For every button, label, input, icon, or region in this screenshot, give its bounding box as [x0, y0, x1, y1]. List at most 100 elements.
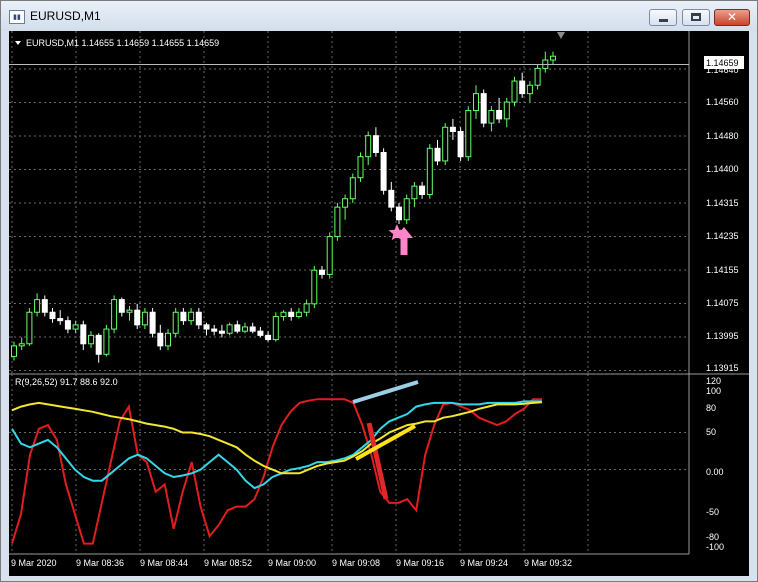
annotation-trendline-lightblue[interactable]	[352, 380, 419, 404]
candle-body	[41, 299, 48, 313]
candle-body	[457, 130, 464, 158]
candle-body	[211, 328, 218, 332]
candle-body	[311, 269, 318, 305]
candle-body	[226, 324, 233, 334]
chart-shift-marker-icon[interactable]	[557, 32, 565, 39]
candle-body	[72, 324, 79, 330]
time-label: 9 Mar 08:36	[76, 558, 124, 568]
candle-body	[526, 84, 533, 95]
price-label: 1.14235	[706, 231, 739, 241]
candle-body	[126, 309, 133, 313]
oscillator-scale-label: -80	[706, 532, 719, 542]
candle-body	[396, 206, 402, 221]
annotation-trendline-red[interactable]	[366, 422, 389, 500]
main-panel-info: EURUSD,M1 1.14655 1.14659 1.14655 1.1465…	[26, 38, 219, 48]
candle-body	[449, 126, 456, 132]
candle-body	[11, 345, 17, 357]
oscillator-scale-label: 0.00	[706, 467, 724, 477]
candle-body	[80, 324, 87, 345]
candle-body	[257, 330, 264, 336]
minimize-button[interactable]	[649, 9, 677, 26]
time-label: 9 Mar 09:16	[396, 558, 444, 568]
candle-body	[188, 311, 195, 322]
candle-body	[411, 185, 418, 200]
candle-body	[234, 324, 241, 332]
time-label: 9 Mar 08:52	[204, 558, 252, 568]
candle-body	[334, 206, 341, 238]
candle-body	[242, 326, 248, 332]
candle-body	[180, 311, 187, 322]
oscillator-scale-label: -100	[706, 542, 724, 552]
candle-body	[442, 126, 449, 162]
oscillator-scale-label: 80	[706, 403, 716, 413]
chart-area[interactable]: 1.14659 EURUSD,M1 1.14655 1.14659 1.1465…	[9, 31, 749, 576]
candle-body	[134, 309, 141, 326]
candle-body	[49, 311, 56, 320]
oscillator-scale-label: 50	[706, 427, 716, 437]
oscillator-scale-label: -50	[706, 507, 719, 517]
candle-body	[365, 135, 372, 158]
time-label: 9 Mar 09:08	[332, 558, 380, 568]
candle-body	[342, 198, 349, 208]
maximize-button[interactable]	[682, 9, 710, 26]
price-scale[interactable]: 1.14640 1.14560 1.14480 1.14400 1.14315 …	[706, 65, 739, 373]
candle-body	[380, 152, 387, 191]
candle-body	[480, 93, 487, 124]
candle-body	[141, 311, 148, 326]
candlestick-series	[11, 51, 556, 363]
candle-body	[111, 299, 118, 330]
candle-body	[473, 93, 479, 111]
candle-body	[149, 311, 156, 334]
candle-body	[534, 67, 541, 86]
window-title: EURUSD,M1	[30, 9, 101, 23]
time-scale[interactable]: 9 Mar 2020 9 Mar 08:36 9 Mar 08:44 9 Mar…	[11, 558, 572, 568]
candle-body	[511, 80, 518, 103]
candle-body	[519, 80, 526, 95]
candle-body	[303, 303, 310, 313]
candle-body	[488, 109, 495, 124]
candle-body	[280, 311, 287, 317]
time-label: 9 Mar 09:32	[524, 558, 572, 568]
price-label: 1.14640	[706, 65, 739, 75]
price-chart-svg[interactable]: 1.14659 EURUSD,M1 1.14655 1.14659 1.1465…	[9, 31, 749, 576]
candle-body	[18, 343, 25, 347]
candle-body	[372, 135, 379, 154]
close-icon: ✕	[726, 10, 738, 24]
oscillator-scale-label: 120	[706, 376, 721, 386]
time-label: 9 Mar 08:44	[140, 558, 188, 568]
oscillator-scale-label: 100	[706, 386, 721, 396]
candle-body	[465, 109, 472, 158]
time-label: 9 Mar 2020	[11, 558, 57, 568]
candle-body	[288, 311, 295, 317]
title-bar[interactable]: ▮▮ EURUSD,M1 ✕	[1, 1, 757, 31]
candle-body	[118, 299, 125, 313]
candle-body	[550, 55, 556, 61]
dropdown-triangle-icon[interactable]	[15, 41, 21, 45]
candle-body	[64, 320, 71, 330]
price-label: 1.14075	[706, 298, 739, 308]
close-button[interactable]: ✕	[714, 9, 750, 26]
price-label: 1.14155	[706, 265, 739, 275]
candle-body	[319, 269, 325, 275]
candle-body	[419, 185, 426, 196]
oscillator-scale[interactable]: 120 100 80 50 0.00 -50 -80 -100	[706, 376, 724, 552]
chart-grid	[9, 31, 689, 554]
price-label: 1.14480	[706, 131, 739, 141]
time-label: 9 Mar 09:24	[460, 558, 508, 568]
candle-body	[295, 311, 302, 317]
price-label: 1.14560	[706, 97, 739, 107]
price-label: 1.13995	[706, 331, 739, 341]
chart-window: ▮▮ EURUSD,M1 ✕ 1.14659 EURUSD,M1 1.14655…	[0, 0, 758, 582]
candle-body	[172, 311, 179, 334]
oscillator-info: R(9,26,52) 91.7 88.6 92.0	[15, 377, 118, 387]
maximize-icon	[691, 13, 701, 21]
candle-body	[496, 109, 503, 120]
candle-body	[403, 198, 410, 221]
candle-body	[249, 326, 256, 332]
candle-body	[265, 334, 272, 341]
candle-body	[434, 147, 441, 162]
candle-body	[426, 147, 433, 196]
candle-body	[195, 311, 202, 326]
price-label: 1.14400	[706, 164, 739, 174]
candle-body	[157, 332, 164, 347]
